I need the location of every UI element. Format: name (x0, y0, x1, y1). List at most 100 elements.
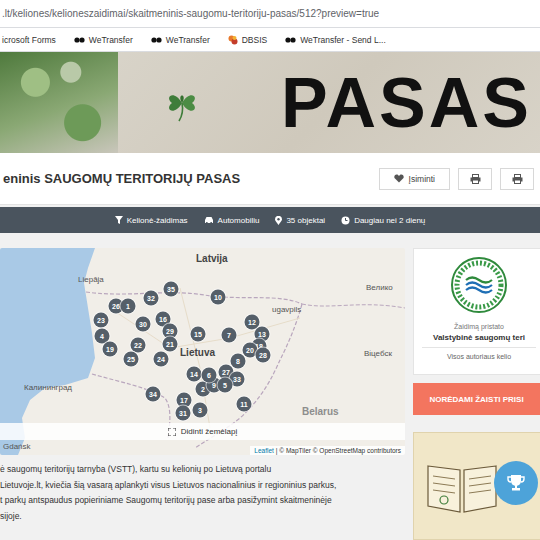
bookmark-label: icrosoft Forms (2, 35, 56, 45)
map-label: Віцебск (364, 348, 392, 360)
trophy-icon (506, 473, 526, 493)
all-trips-link[interactable]: Visos autoriaus kelio (422, 353, 536, 360)
map-marker[interactable]: 34 (146, 387, 161, 402)
map-marker[interactable]: 31 (176, 406, 191, 421)
bookmark[interactable]: WeTransfer (151, 35, 210, 45)
bookmark[interactable]: WeTransfer (74, 35, 133, 45)
enlarge-label: Didinti žemėlapį (181, 427, 237, 436)
info-label: Daugiau nei 2 dienų (354, 216, 425, 225)
map[interactable]: LatvijaLiepājaLietuvaugavpilsВеликоВіцеб… (0, 248, 405, 455)
header-actions: Įsiminti (379, 168, 534, 190)
description-line: Lietuvoje.lt, kviečia šią vasarą aplanky… (0, 478, 405, 494)
page-title: eninis SAUGOMŲ TERITORIJŲ PASAS (3, 171, 240, 186)
description-line: sijoje. (0, 509, 405, 525)
car-icon (204, 216, 214, 224)
play-button[interactable]: NORĖDAMI ŽAISTI PRISI (413, 383, 540, 415)
map-attribution: Leaflet | © MapTiler © OpenStreetMap con… (250, 446, 405, 455)
achievements-button[interactable] (494, 461, 538, 505)
map-marker[interactable]: 11 (237, 397, 252, 412)
wetransfer-icon (151, 36, 162, 44)
clover-icon (162, 83, 202, 123)
print-icon (470, 174, 481, 184)
logo-row (422, 253, 536, 317)
heart-icon (394, 174, 404, 183)
bookmark-label: DBSIS (242, 35, 268, 45)
bookmark[interactable]: DBSIS (228, 35, 268, 45)
print-icon (512, 174, 523, 184)
map-marker[interactable]: 1 (121, 299, 136, 314)
banner-photo (0, 52, 118, 153)
map-marker[interactable]: 24 (154, 352, 169, 367)
map-marker[interactable]: 22 (131, 338, 146, 353)
print-button[interactable] (458, 168, 492, 190)
expand-icon (168, 428, 176, 436)
map-marker[interactable]: 10 (211, 290, 226, 305)
wetransfer-icon (74, 36, 85, 44)
map-marker[interactable]: 28 (256, 348, 271, 363)
map-label: Lietuva (180, 347, 215, 359)
map-label: Gdańsk (3, 441, 31, 453)
banner: PASAS (0, 52, 540, 153)
main-column: LatvijaLiepājaLietuvaugavpilsВеликоВіцеб… (0, 248, 405, 540)
banner-title: PASAS (281, 68, 532, 138)
info-bar: Kelionė-žaidimas Automobiliu 35 objektai… (0, 207, 540, 233)
browser-window: .lt/keliones/kelioneszaidimai/skaitmenin… (0, 0, 540, 540)
passport-book-icon (422, 456, 502, 516)
map-label: Liepāja (78, 274, 104, 286)
map-marker[interactable]: 19 (103, 342, 118, 357)
save-label: Įsiminti (409, 174, 435, 184)
page-header: eninis SAUGOMŲ TERITORIJŲ PASAS Įsiminti (0, 153, 540, 205)
map-label: Калининград (24, 382, 72, 394)
map-marker[interactable]: 14 (187, 367, 202, 382)
save-button[interactable]: Įsiminti (379, 168, 450, 190)
presented-by: Žaidimą pristato (422, 323, 536, 330)
content: LatvijaLiepājaLietuvaugavpilsВеликоВіцеб… (0, 248, 540, 540)
map-label: Belarus (302, 406, 339, 418)
map-marker[interactable]: 32 (144, 291, 159, 306)
description: ė saugomų teritorijų tarnyba (VSTT), kar… (0, 462, 405, 524)
pin-icon (275, 216, 282, 225)
map-marker[interactable]: 7 (222, 328, 237, 343)
bookmark[interactable]: WeTransfer - Send L... (285, 35, 386, 45)
clock-icon (341, 216, 350, 225)
map-marker[interactable]: 5 (218, 378, 233, 393)
bookmark-label: WeTransfer (166, 35, 210, 45)
info-label: Kelionė-žaidimas (127, 216, 188, 225)
description-line: t parkų antspaudus popieriniame Saugomų … (0, 493, 405, 509)
wetransfer-icon (285, 36, 296, 44)
passport-image (413, 432, 540, 540)
map-marker[interactable]: 30 (136, 317, 151, 332)
filter-icon (115, 216, 123, 224)
map-marker[interactable]: 15 (191, 327, 206, 342)
map-label: ugavpils (272, 304, 301, 316)
print-button[interactable] (500, 168, 534, 190)
bookmarks-bar: icrosoft Forms WeTransfer WeTransfer DBS… (0, 28, 540, 52)
map-marker[interactable]: 25 (124, 352, 139, 367)
sidebar: Žaidimą pristato Valstybinė saugomų teri… (413, 248, 540, 540)
map-marker[interactable]: 6 (202, 368, 217, 383)
leaflet-link[interactable]: Leaflet (254, 447, 274, 454)
description-line: ė saugomų teritorijų tarnyba (VSTT), kar… (0, 462, 405, 478)
info-item: Kelionė-žaidimas (115, 216, 188, 225)
address-bar[interactable]: .lt/keliones/kelioneszaidimai/skaitmenin… (0, 0, 540, 28)
dbsis-icon (228, 35, 238, 45)
author-card: Žaidimą pristato Valstybinė saugomų teri… (413, 248, 540, 375)
info-label: 35 objektai (286, 216, 325, 225)
map-marker[interactable]: 8 (231, 354, 246, 369)
author-name[interactable]: Valstybinė saugomų teri (422, 333, 536, 342)
info-label: Automobiliu (218, 216, 260, 225)
info-item: 35 objektai (275, 216, 325, 225)
info-item: Automobiliu (204, 216, 260, 225)
map-marker[interactable]: 23 (94, 313, 109, 328)
bookmark-label: WeTransfer - Send L... (300, 35, 386, 45)
enlarge-map-button[interactable]: Didinti žemėlapį (0, 423, 405, 440)
bookmark[interactable]: icrosoft Forms (2, 35, 56, 45)
map-marker[interactable]: 3 (193, 403, 208, 418)
map-marker[interactable]: 21 (163, 337, 178, 352)
map-marker[interactable]: 35 (164, 282, 179, 297)
info-item: Daugiau nei 2 dienų (341, 216, 425, 225)
url-text: .lt/keliones/kelioneszaidimai/skaitmenin… (2, 8, 379, 19)
divider (422, 347, 536, 348)
attribution-credits: | © MapTiler © OpenStreetMap contributor… (276, 447, 401, 454)
vstt-logo-icon (450, 256, 508, 314)
